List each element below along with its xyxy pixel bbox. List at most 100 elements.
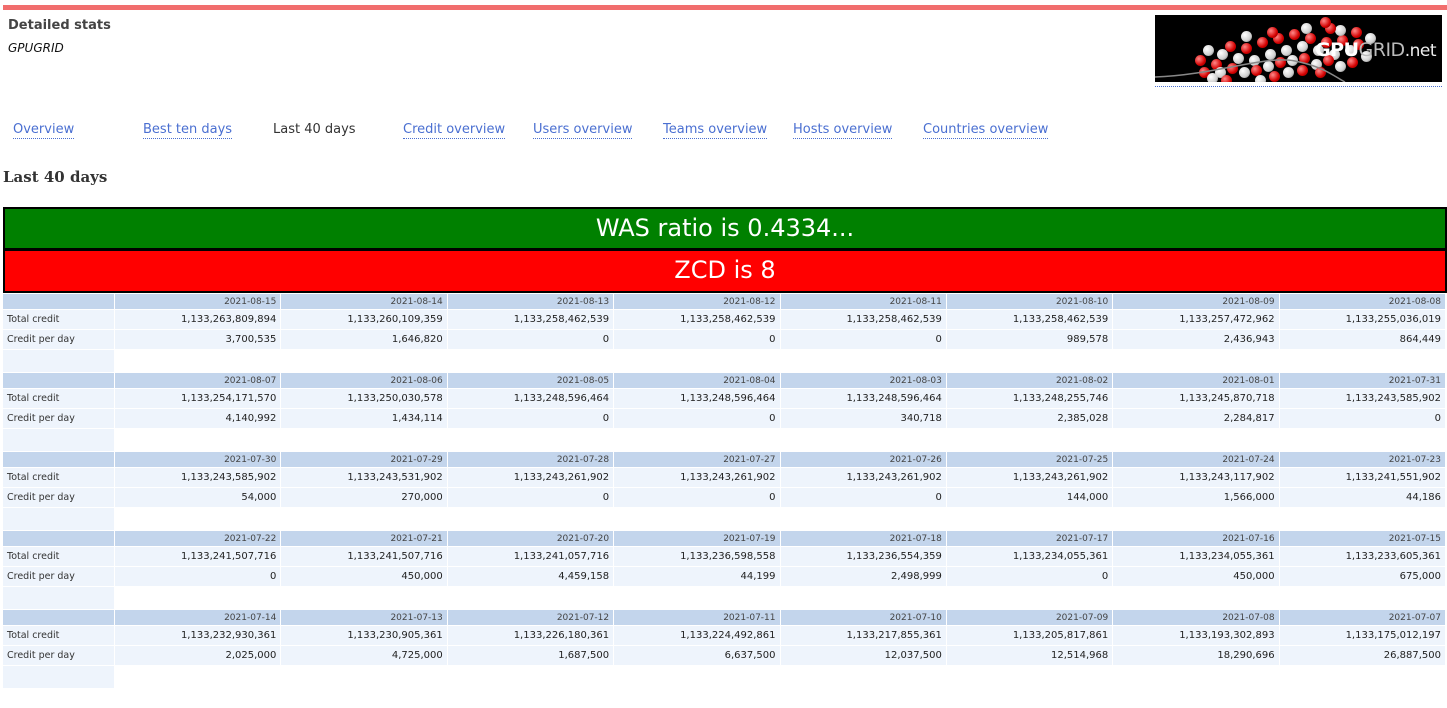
date-header-cell: 2021-07-11 — [614, 610, 780, 625]
total-credit-cell: 1,133,243,261,902 — [946, 468, 1113, 487]
spacer-cell — [947, 508, 1112, 530]
total-credit-label: Total credit — [3, 468, 114, 487]
spacer-cell — [1113, 508, 1278, 530]
spacer-cell — [947, 587, 1112, 609]
spacer-cell — [281, 429, 446, 451]
credit-per-day-cell: 4,725,000 — [281, 646, 447, 665]
spacer-label-cell — [3, 429, 114, 451]
total-credit-cell: 1,133,260,109,359 — [281, 310, 447, 329]
spacer-cell — [1280, 508, 1445, 530]
date-header-cell: 2021-07-28 — [447, 452, 614, 467]
total-credit-cell: 1,133,217,855,361 — [780, 626, 946, 645]
spacer-cell — [115, 587, 280, 609]
total-credit-cell: 1,133,255,036,019 — [1279, 310, 1445, 329]
spacer-cell — [614, 587, 779, 609]
total-credit-cell: 1,133,258,462,539 — [780, 310, 946, 329]
total-credit-cell: 1,133,257,472,962 — [1113, 310, 1279, 329]
spacer-cell — [1113, 666, 1278, 688]
nav-overview[interactable]: Overview — [13, 122, 75, 139]
date-header-cell: 2021-07-10 — [780, 610, 946, 625]
spacer-cell — [947, 429, 1112, 451]
credit-per-day-cell: 340,718 — [780, 409, 946, 428]
block-spacer-row — [3, 666, 1445, 688]
nav-hosts-overview[interactable]: Hosts overview — [793, 122, 893, 139]
spacer-cell — [448, 350, 613, 372]
date-header-row: 2021-07-14 2021-07-13 2021-07-12 2021-07-11… — [3, 610, 1445, 625]
spacer-cell — [1113, 429, 1278, 451]
credit-per-day-row: Credit per day 2,025,000 4,725,000 1,687,50… — [3, 646, 1445, 665]
total-credit-cell: 1,133,258,462,539 — [946, 310, 1113, 329]
date-header-label-cell — [3, 452, 114, 467]
credit-per-day-cell: 26,887,500 — [1279, 646, 1445, 665]
total-credit-cell: 1,133,250,030,578 — [281, 389, 447, 408]
date-header-cell: 2021-08-08 — [1279, 294, 1445, 309]
nav-best-ten-days[interactable]: Best ten days — [143, 122, 233, 139]
credit-per-day-label: Credit per day — [3, 646, 114, 665]
logo-text-thin: GRID — [1358, 39, 1406, 61]
credit-per-day-cell: 0 — [447, 409, 614, 428]
total-credit-cell: 1,133,243,585,902 — [115, 468, 281, 487]
credit-per-day-cell: 864,449 — [1279, 330, 1445, 349]
nav-credit-overview[interactable]: Credit overview — [403, 122, 506, 139]
date-header-cell: 2021-07-08 — [1113, 610, 1279, 625]
credit-per-day-cell: 1,687,500 — [447, 646, 614, 665]
date-header-cell: 2021-07-19 — [614, 531, 780, 546]
total-credit-row: Total credit 1,133,241,507,716 1,133,241,5… — [3, 547, 1445, 566]
total-credit-cell: 1,133,243,117,902 — [1113, 468, 1279, 487]
credit-per-day-cell: 4,459,158 — [447, 567, 614, 586]
credit-stats-table: 2021-08-15 2021-08-14 2021-08-13 2021-08-12… — [2, 293, 1446, 689]
logo-text: GPUGRID.net — [1315, 39, 1436, 61]
total-credit-row: Total credit 1,133,254,171,570 1,133,250,0… — [3, 389, 1445, 408]
spacer-cell — [281, 587, 446, 609]
credit-per-day-cell: 0 — [1279, 409, 1445, 428]
credit-per-day-cell: 1,434,114 — [281, 409, 447, 428]
spacer-cell — [448, 508, 613, 530]
credit-per-day-cell: 0 — [614, 488, 780, 507]
date-header-cell: 2021-07-14 — [115, 610, 281, 625]
total-credit-cell: 1,133,241,057,716 — [447, 547, 614, 566]
total-credit-cell: 1,133,232,930,361 — [115, 626, 281, 645]
date-header-row: 2021-08-07 2021-08-06 2021-08-05 2021-08-04… — [3, 373, 1445, 388]
date-header-cell: 2021-07-07 — [1279, 610, 1445, 625]
total-credit-cell: 1,133,258,462,539 — [447, 310, 614, 329]
total-credit-label: Total credit — [3, 310, 114, 329]
credit-per-day-cell: 3,700,535 — [115, 330, 281, 349]
total-credit-cell: 1,133,224,492,861 — [614, 626, 780, 645]
total-credit-cell: 1,133,243,261,902 — [447, 468, 614, 487]
credit-per-day-cell: 0 — [780, 488, 946, 507]
gpugrid-logo[interactable]: GPUGRID.net — [1155, 15, 1442, 82]
date-header-cell: 2021-07-18 — [780, 531, 946, 546]
credit-per-day-cell: 2,436,943 — [1113, 330, 1279, 349]
spacer-cell — [781, 350, 946, 372]
spacer-cell — [115, 429, 280, 451]
spacer-cell — [281, 350, 446, 372]
credit-per-day-cell: 0 — [447, 488, 614, 507]
logo-link-underline — [1155, 86, 1442, 87]
total-credit-cell: 1,133,263,809,894 — [115, 310, 281, 329]
total-credit-cell: 1,133,233,605,361 — [1279, 547, 1445, 566]
total-credit-cell: 1,133,236,554,359 — [780, 547, 946, 566]
date-header-label-cell — [3, 610, 114, 625]
total-credit-cell: 1,133,245,870,718 — [1113, 389, 1279, 408]
credit-per-day-cell: 2,025,000 — [115, 646, 281, 665]
total-credit-cell: 1,133,241,551,902 — [1279, 468, 1445, 487]
date-header-label-cell — [3, 531, 114, 546]
credit-stats-table-container: 2021-08-15 2021-08-14 2021-08-13 2021-08-12… — [3, 293, 1447, 689]
date-header-row: 2021-08-15 2021-08-14 2021-08-13 2021-08-12… — [3, 294, 1445, 309]
total-credit-cell: 1,133,241,507,716 — [115, 547, 281, 566]
nav-teams-overview[interactable]: Teams overview — [663, 122, 768, 139]
spacer-cell — [115, 508, 280, 530]
project-name: GPUGRID — [8, 41, 64, 55]
credit-per-day-cell: 0 — [946, 567, 1113, 586]
total-credit-cell: 1,133,193,302,893 — [1113, 626, 1279, 645]
date-header-cell: 2021-08-02 — [946, 373, 1113, 388]
total-credit-cell: 1,133,248,596,464 — [447, 389, 614, 408]
nav-users-overview[interactable]: Users overview — [533, 122, 633, 139]
date-header-cell: 2021-07-17 — [946, 531, 1113, 546]
date-header-cell: 2021-07-26 — [780, 452, 946, 467]
total-credit-cell: 1,133,226,180,361 — [447, 626, 614, 645]
nav-countries-overview[interactable]: Countries overview — [923, 122, 1049, 139]
credit-per-day-cell: 270,000 — [281, 488, 447, 507]
total-credit-cell: 1,133,236,598,558 — [614, 547, 780, 566]
spacer-cell — [781, 666, 946, 688]
